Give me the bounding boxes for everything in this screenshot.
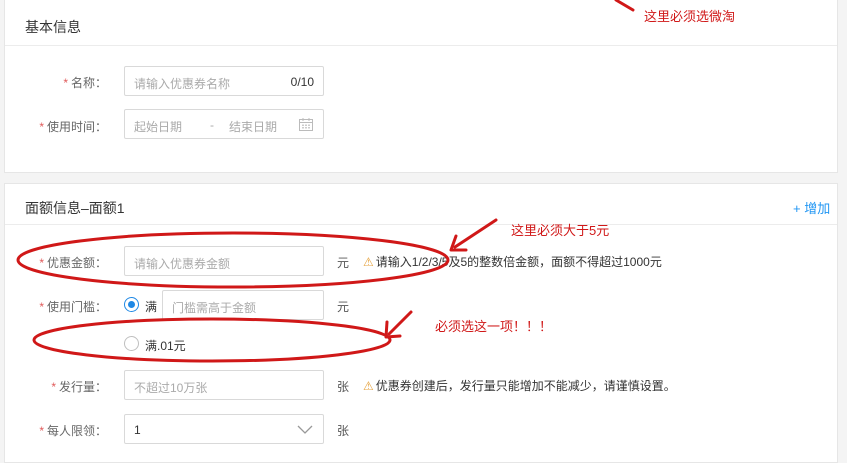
add-denomination-link[interactable]: + 增加 (793, 198, 830, 217)
coupon-name-placeholder: 请输入优惠券名称 (134, 77, 231, 91)
limit-label: * 每人限领： (5, 422, 107, 439)
name-label: * 名称： (5, 74, 107, 91)
time-label: * 使用时间： (5, 118, 107, 135)
required-mark: * (39, 300, 44, 314)
limit-unit: 张 (337, 424, 350, 438)
coupon-amount-input[interactable]: 请输入优惠券金额 (124, 246, 324, 276)
required-mark: * (39, 256, 44, 270)
per-person-limit-select[interactable]: 1 (124, 414, 324, 444)
per-person-limit-value: 1 (134, 423, 141, 437)
limit-label-text: 每人限领： (46, 424, 107, 438)
amount-label: * 优惠金额： (5, 254, 107, 271)
char-counter: 0/10 (290, 75, 314, 89)
chevron-down-icon[interactable] (297, 425, 313, 434)
required-mark: * (39, 120, 44, 134)
time-label-text: 使用时间： (46, 120, 107, 134)
issue-hint-text: 优惠券创建后，发行量只能增加不能减少，请谨慎设置。 (375, 379, 676, 393)
threshold-amount-input[interactable]: 门槛需高于金额 (162, 290, 324, 320)
amount-unit: 元 (337, 256, 350, 270)
threshold-amount-placeholder: 门槛需高于金额 (172, 301, 257, 315)
end-date-placeholder: 结束日期 (229, 120, 278, 134)
threshold-radio-min-label[interactable]: 满 (145, 298, 157, 315)
start-date-placeholder: 起始日期 (134, 120, 183, 134)
divider (5, 45, 837, 46)
annotation-threshold-note: 必须选这一项！！！ (435, 319, 553, 334)
basic-info-panel: 基本信息 * 名称： 请输入优惠券名称 0/10 * 使用时间： 起始日期 - 结束… (4, 0, 838, 173)
threshold-radio-min[interactable] (124, 297, 139, 312)
date-range-picker[interactable]: 起始日期 - 结束日期 (124, 109, 324, 139)
amount-hint: ⚠ 请输入1/2/3/5及5的整数倍金额，面额不得超过1000元 (363, 253, 662, 270)
required-mark: * (51, 380, 56, 394)
calendar-icon[interactable] (299, 118, 313, 131)
annotation-wechat-note: 这里必须选微淘 (644, 9, 736, 24)
issue-quantity-input[interactable]: 不超过10万张 (124, 370, 324, 400)
warning-icon: ⚠ (363, 255, 374, 269)
name-label-text: 名称： (70, 76, 107, 90)
issue-unit: 张 (337, 380, 350, 394)
denomination-panel: 面额信息–面额1 * 优惠金额： 请输入优惠券金额 元 ⚠ 请输入1/2/3/5及5… (4, 183, 838, 463)
required-mark: * (39, 424, 44, 438)
issue-quantity-placeholder: 不超过10万张 (134, 381, 208, 395)
issue-hint: ⚠ 优惠券创建后，发行量只能增加不能减少，请谨慎设置。 (363, 377, 676, 394)
amount-hint-text: 请输入1/2/3/5及5的整数倍金额，面额不得超过1000元 (375, 255, 662, 269)
amount-label-text: 优惠金额： (46, 256, 107, 270)
divider (5, 224, 837, 225)
threshold-label-text: 使用门槛： (46, 300, 107, 314)
issue-label: * 发行量： (5, 378, 107, 395)
required-mark: * (63, 76, 68, 90)
issue-label-text: 发行量： (58, 380, 107, 394)
coupon-name-input[interactable]: 请输入优惠券名称 0/10 (124, 66, 324, 96)
warning-icon: ⚠ (363, 379, 374, 393)
basic-info-title: 基本信息 (25, 19, 81, 35)
threshold-label: * 使用门槛： (5, 298, 107, 315)
threshold-unit: 元 (337, 300, 350, 314)
threshold-radio-any[interactable] (124, 336, 139, 351)
threshold-radio-any-label[interactable]: 满.01元 (145, 337, 186, 354)
annotation-amount-note: 这里必须大于5元 (511, 223, 610, 238)
denomination-title: 面额信息–面额1 (25, 200, 125, 216)
coupon-amount-placeholder: 请输入优惠券金额 (134, 257, 231, 271)
date-separator: - (210, 118, 214, 132)
